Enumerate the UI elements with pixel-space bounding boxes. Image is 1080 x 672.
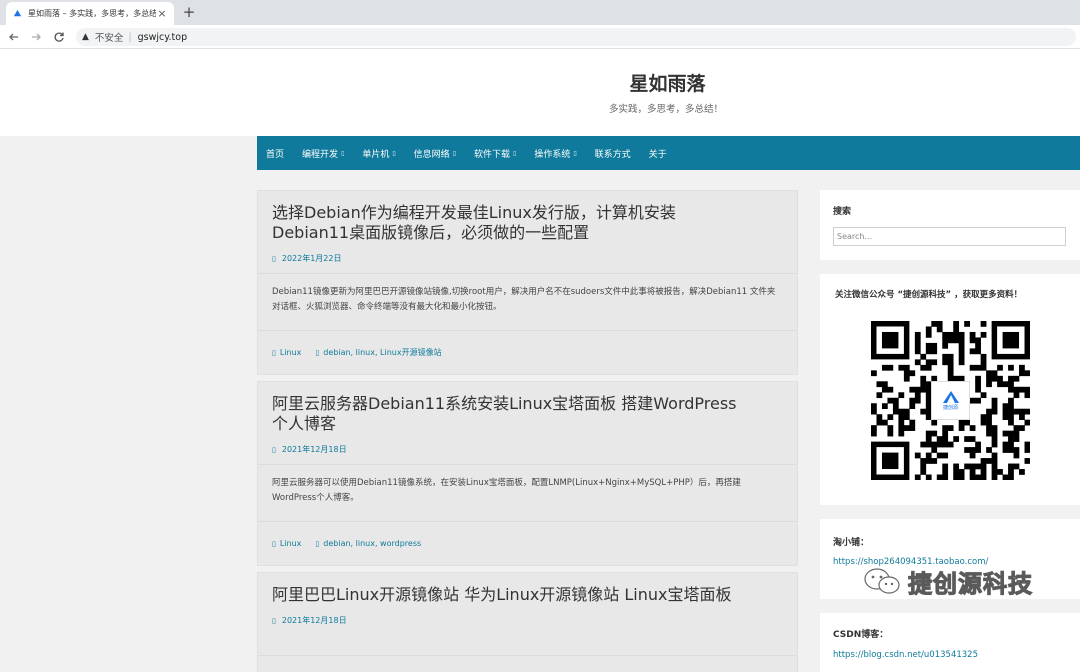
- post-excerpt: 阿里云服务器可以使用Debian11镜像系统，在安装Linux宝塔面板，配置LN…: [258, 465, 797, 522]
- post-date[interactable]: ▯ 2021年12月18日: [272, 615, 783, 626]
- qr-logo: 捷创源: [931, 381, 970, 420]
- browser-tab-bar: 星如雨落 – 多实践，多思考，多总结！ × +: [0, 0, 1080, 25]
- wechat-logo-icon: [864, 568, 900, 594]
- dropdown-caret-icon: ▯: [573, 149, 577, 157]
- security-status[interactable]: 不安全: [95, 30, 124, 44]
- dropdown-caret-icon: ▯: [392, 149, 396, 157]
- wechat-qr-code: 捷创源: [871, 321, 1031, 481]
- folder-icon: ▯: [272, 539, 276, 548]
- site-header: 星如雨落 多实践，多思考，多总结！: [0, 49, 1080, 136]
- post-title[interactable]: 阿里云服务器Debian11系统安装Linux宝塔面板 搭建WordPress个…: [272, 394, 742, 434]
- tab-close-icon[interactable]: ×: [156, 7, 168, 20]
- calendar-icon: ▯: [272, 445, 276, 454]
- post-card: 阿里云服务器Debian11系统安装Linux宝塔面板 搭建WordPress个…: [257, 381, 798, 566]
- url-separator: |: [128, 31, 132, 43]
- post-date[interactable]: ▯ 2021年12月18日: [272, 444, 783, 455]
- qr-logo-label: 捷创源: [942, 405, 958, 411]
- post-category-link[interactable]: Linux: [280, 348, 302, 357]
- site-favicon-icon: [12, 9, 22, 19]
- widget-title: CSDN博客：: [833, 630, 889, 640]
- post-tags-links[interactable]: debian, linux, Linux开源镜像站: [323, 347, 441, 358]
- nav-item-software[interactable]: 软件下载 ▯: [474, 147, 516, 160]
- url-text[interactable]: gswjcy.top: [138, 32, 187, 43]
- warning-icon[interactable]: ▲: [82, 32, 89, 42]
- post-title[interactable]: 阿里巴巴Linux开源镜像站 华为Linux开源镜像站 Linux宝塔面板: [272, 585, 742, 605]
- dropdown-caret-icon: ▯: [341, 149, 345, 157]
- nav-item-about[interactable]: 关于: [649, 147, 667, 160]
- search-input[interactable]: [833, 227, 1066, 246]
- back-arrow-icon[interactable]: [6, 29, 22, 45]
- url-input[interactable]: ▲ 不安全 | gswjcy.top: [76, 28, 1076, 46]
- tag-icon: ▯: [315, 539, 320, 548]
- reload-icon[interactable]: [51, 29, 67, 45]
- post-meta: ▯ Linux ▯ debian, linux, Linux开源镜像站: [258, 331, 797, 374]
- post-card: 阿里巴巴Linux开源镜像站 华为Linux开源镜像站 Linux宝塔面板 ▯ 2…: [257, 572, 798, 672]
- forward-arrow-icon[interactable]: [28, 29, 44, 45]
- watermark: 捷创源科技: [862, 559, 1077, 603]
- widget-title: 关注微信公众号 “捷创源科技” ，获取更多资料！: [835, 290, 1023, 300]
- widget-title: 淘小铺：: [833, 538, 870, 548]
- nav-item-programming[interactable]: 编程开发 ▯: [302, 147, 344, 160]
- nav-item-os[interactable]: 操作系统 ▯: [534, 147, 576, 160]
- site-description: 多实践，多思考，多总结！: [608, 104, 723, 115]
- site-title[interactable]: 星如雨落: [600, 69, 735, 96]
- post-header: 阿里巴巴Linux开源镜像站 华为Linux开源镜像站 Linux宝塔面板 ▯ 2…: [258, 573, 797, 656]
- post-card: 选择Debian作为编程开发最佳Linux发行版，计算机安装Debian11桌面…: [257, 190, 798, 375]
- dropdown-caret-icon: ▯: [513, 149, 517, 157]
- wechat-widget: 关注微信公众号 “捷创源科技” ，获取更多资料！ 捷创源: [820, 274, 1080, 505]
- post-header: 阿里云服务器Debian11系统安装Linux宝塔面板 搭建WordPress个…: [258, 382, 797, 465]
- nav-item-mcu[interactable]: 单片机 ▯: [362, 147, 395, 160]
- browser-address-bar: ▲ 不安全 | gswjcy.top: [0, 25, 1080, 49]
- widget-title: 搜索: [833, 207, 852, 217]
- nav-item-network[interactable]: 信息网络 ▯: [414, 147, 456, 160]
- post-title[interactable]: 选择Debian作为编程开发最佳Linux发行版，计算机安装Debian11桌面…: [272, 203, 742, 243]
- calendar-icon: ▯: [272, 616, 276, 625]
- csdn-widget: CSDN博客： https://blog.csdn.net/u013541325: [820, 613, 1080, 672]
- new-tab-button[interactable]: +: [180, 3, 198, 21]
- tag-icon: ▯: [315, 348, 320, 357]
- nav-item-contact[interactable]: 联系方式: [595, 147, 631, 160]
- post-category-link[interactable]: Linux: [280, 539, 302, 548]
- browser-tab[interactable]: 星如雨落 – 多实践，多思考，多总结！ ×: [6, 2, 174, 25]
- post-excerpt: Debian11镜像更新为阿里巴巴开源镜像站镜像,切换root用户，解决用户名不…: [258, 274, 797, 331]
- post-meta: ▯ Linux ▯ debian, linux, wordpress: [258, 522, 797, 565]
- nav-item-home[interactable]: 首页: [266, 147, 284, 160]
- dropdown-caret-icon: ▯: [452, 149, 456, 157]
- folder-icon: ▯: [272, 348, 276, 357]
- brand-logo-icon: [942, 391, 959, 403]
- calendar-icon: ▯: [272, 254, 276, 263]
- post-tags-links[interactable]: debian, linux, wordpress: [323, 539, 421, 548]
- watermark-text: 捷创源科技: [908, 569, 1033, 598]
- csdn-link[interactable]: https://blog.csdn.net/u013541325: [833, 650, 978, 660]
- post-date[interactable]: ▯ 2022年1月22日: [272, 253, 783, 264]
- post-header: 选择Debian作为编程开发最佳Linux发行版，计算机安装Debian11桌面…: [258, 191, 797, 274]
- search-widget: 搜索: [820, 190, 1080, 260]
- main-navigation: 首页 编程开发 ▯ 单片机 ▯ 信息网络 ▯ 软件下载 ▯ 操作系统 ▯ 联系方式 关于: [257, 136, 1080, 170]
- tab-title: 星如雨落 – 多实践，多思考，多总结！: [28, 9, 156, 18]
